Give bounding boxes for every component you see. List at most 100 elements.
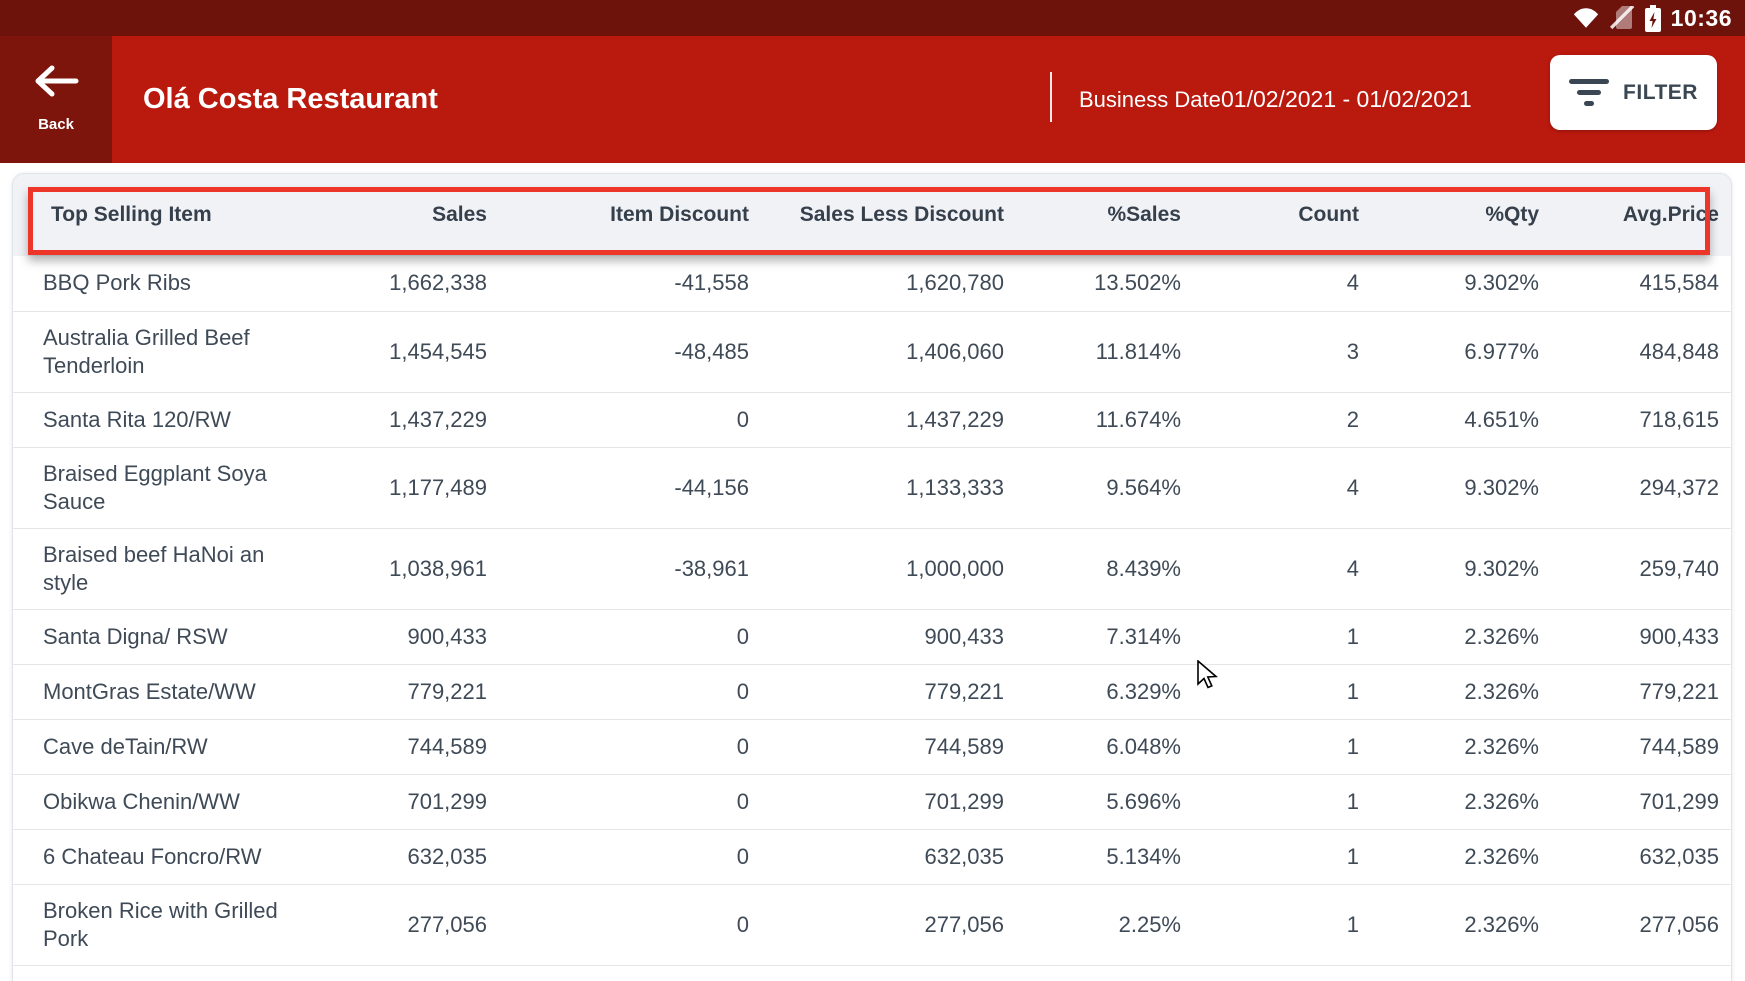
value-cell: 484,848 (1553, 311, 1732, 392)
value-cell: 0 (501, 609, 763, 664)
value-cell: 0 (501, 829, 763, 884)
value-cell: 9.302% (1373, 528, 1553, 609)
value-cell: 779,221 (1553, 664, 1732, 719)
value-cell: 3 (1195, 311, 1373, 392)
value-cell: 632,035 (323, 829, 501, 884)
value-cell: 1,437,229 (763, 392, 1018, 447)
table-row[interactable]: Santa Rita 120/RW1,437,22901,437,22911.6… (13, 392, 1732, 447)
value-cell: 9.302% (1373, 447, 1553, 528)
filter-button-label: FILTER (1623, 81, 1698, 105)
item-name-cell: Broken Rice with Grilled Pork (13, 884, 323, 965)
value-cell: 6.329% (1018, 664, 1195, 719)
value-cell: -38,961 (501, 528, 763, 609)
value-cell: 0 (501, 884, 763, 965)
value-cell: 4 (1195, 256, 1373, 311)
table-row[interactable]: Braised beef HaNoi an style1,038,961-38,… (13, 528, 1732, 609)
value-cell: 701,299 (763, 774, 1018, 829)
column-header-top-selling-item[interactable]: Top Selling Item (13, 174, 323, 256)
value-cell: 701,299 (323, 774, 501, 829)
table-row[interactable]: MontGras Estate/WW779,2210779,2216.329%1… (13, 664, 1732, 719)
value-cell: -41,558 (501, 256, 763, 311)
value-cell: 0 (501, 719, 763, 774)
value-cell: 1 (1195, 664, 1373, 719)
column-header-item-discount[interactable]: Item Discount (501, 174, 763, 256)
value-cell: 2 (1195, 392, 1373, 447)
table-row[interactable]: Cave deTain/RW744,5890744,5896.048%12.32… (13, 719, 1732, 774)
value-cell: 5.696% (1018, 774, 1195, 829)
value-cell: 900,433 (1553, 609, 1732, 664)
screen: 10:36 Olá Costa Restaurant Business Date… (0, 0, 1745, 981)
column-header-count[interactable]: Count (1195, 174, 1373, 256)
value-cell: 0 (501, 664, 763, 719)
item-name-cell: Cave deTain/RW (13, 719, 323, 774)
value-cell: 2.326% (1373, 884, 1553, 965)
value-cell: 0 (501, 774, 763, 829)
value-cell: 1,000,000 (763, 528, 1018, 609)
item-name-cell: Australia Grilled Beef Tenderloin (13, 311, 323, 392)
value-cell: -48,485 (501, 311, 763, 392)
value-cell: 900,433 (323, 609, 501, 664)
back-arrow-icon (30, 61, 82, 106)
value-cell: -44,156 (501, 447, 763, 528)
value-cell: 632,035 (763, 829, 1018, 884)
value-cell: 2.25% (1018, 884, 1195, 965)
value-cell: 1,454,545 (323, 311, 501, 392)
filter-icon (1569, 79, 1609, 106)
column-header-sales[interactable]: Sales (323, 174, 501, 256)
app-bar: Olá Costa Restaurant Business Date 01/02… (0, 36, 1745, 163)
value-cell: 294,372 (1553, 447, 1732, 528)
no-sim-icon (1609, 6, 1635, 30)
value-cell: 277,056 (1553, 884, 1732, 965)
value-cell: 11.814% (1018, 311, 1195, 392)
table-row[interactable]: 6 Chateau Foncro/RW632,0350632,0355.134%… (13, 829, 1732, 884)
value-cell: 632,035 (1553, 829, 1732, 884)
page-title: Olá Costa Restaurant (143, 36, 438, 163)
column-header-sales-less-discount[interactable]: Sales Less Discount (763, 174, 1018, 256)
value-cell: 11.674% (1018, 392, 1195, 447)
value-cell: 0 (501, 392, 763, 447)
table-row[interactable]: Braised Eggplant Soya Sauce1,177,489-44,… (13, 447, 1732, 528)
value-cell: 1 (1195, 609, 1373, 664)
column-header-avg-price[interactable]: Avg.Price (1553, 174, 1732, 256)
value-cell: 1 (1195, 884, 1373, 965)
value-cell: 4.651% (1373, 392, 1553, 447)
value-cell: 2.326% (1373, 774, 1553, 829)
filter-button[interactable]: FILTER (1550, 55, 1717, 130)
table-row[interactable]: Obikwa Chenin/WW701,2990701,2995.696%12.… (13, 774, 1732, 829)
value-cell: 1,133,333 (763, 447, 1018, 528)
value-cell: 744,589 (1553, 719, 1732, 774)
item-name-cell: Santa Rita 120/RW (13, 392, 323, 447)
item-name-cell: Santa Digna/ RSW (13, 609, 323, 664)
table-row[interactable]: Santa Digna/ RSW900,4330900,4337.314%12.… (13, 609, 1732, 664)
value-cell: 5.134% (1018, 829, 1195, 884)
value-cell: 8.439% (1018, 528, 1195, 609)
value-cell: 701,299 (1553, 774, 1732, 829)
value-cell: 9.564% (1018, 447, 1195, 528)
value-cell: 744,589 (323, 719, 501, 774)
column-header--sales[interactable]: %Sales (1018, 174, 1195, 256)
value-cell: 7.314% (1018, 609, 1195, 664)
value-cell: 1,038,961 (323, 528, 501, 609)
column-header--qty[interactable]: %Qty (1373, 174, 1553, 256)
value-cell: 2.326% (1373, 609, 1553, 664)
battery-charging-icon (1645, 5, 1661, 32)
table-row[interactable]: Broken Rice with Grilled Pork277,0560277… (13, 884, 1732, 965)
value-cell: 744,589 (763, 719, 1018, 774)
value-cell: 13.502% (1018, 256, 1195, 311)
value-cell: 2.326% (1373, 664, 1553, 719)
table-row[interactable]: BBQ Pork Ribs1,662,338-41,5581,620,78013… (13, 256, 1732, 311)
value-cell: 277,056 (763, 884, 1018, 965)
value-cell: 6.977% (1373, 311, 1553, 392)
value-cell: 1 (1195, 829, 1373, 884)
report-card: Top Selling ItemSalesItem DiscountSales … (12, 173, 1732, 981)
table-row[interactable]: Australia Grilled Beef Tenderloin1,454,5… (13, 311, 1732, 392)
value-cell: 4 (1195, 447, 1373, 528)
value-cell: 4 (1195, 528, 1373, 609)
business-date-range[interactable]: 01/02/2021 - 01/02/2021 (1221, 36, 1472, 163)
value-cell: 1,406,060 (763, 311, 1018, 392)
value-cell: 415,584 (1553, 256, 1732, 311)
table-header-row: Top Selling ItemSalesItem DiscountSales … (13, 174, 1732, 256)
value-cell: 259,740 (1553, 528, 1732, 609)
wifi-icon (1573, 8, 1599, 28)
value-cell: 779,221 (763, 664, 1018, 719)
